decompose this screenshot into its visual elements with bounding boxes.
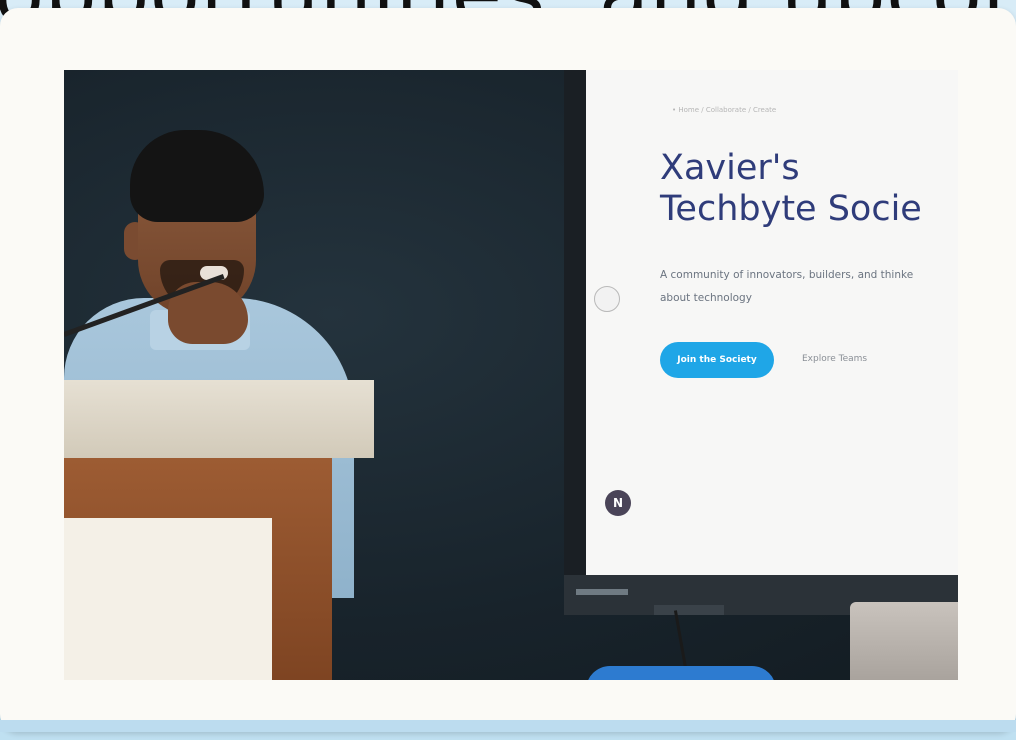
screen-breadcrumb: • Home / Collaborate / Create: [672, 106, 777, 114]
screen-description-line-1: A community of innovators, builders, and…: [660, 269, 914, 281]
photo-card: • Home / Collaborate / Create Xavier's T…: [0, 8, 1016, 732]
n-badge-icon: N: [605, 490, 631, 516]
podium-panel: [64, 518, 272, 680]
screen-title: Xavier's Techbyte Socie: [660, 148, 958, 231]
screen-description: A community of innovators, builders, and…: [660, 264, 958, 310]
speaker-hair: [130, 130, 264, 222]
screen-description-line-2: about technology: [660, 292, 752, 305]
monitor-ports: [654, 605, 724, 615]
explore-teams-link[interactable]: Explore Teams: [802, 354, 867, 364]
card-bottom-strip: [0, 720, 1016, 732]
screen-title-line-1: Xavier's: [660, 148, 800, 188]
join-society-button[interactable]: Join the Society: [660, 342, 774, 378]
event-photo: • Home / Collaborate / Create Xavier's T…: [64, 70, 958, 680]
display-monitor: • Home / Collaborate / Create Xavier's T…: [564, 70, 958, 615]
screen-title-line-2: Techbyte Socie: [660, 189, 922, 230]
blue-chair: [586, 666, 776, 680]
monitor-logo: [576, 589, 628, 595]
image-stage: opportunities, and upcom: [0, 0, 1016, 740]
podium-top: [64, 380, 374, 458]
circle-icon: [594, 286, 620, 312]
speaker-figure: [64, 70, 444, 680]
display-screen: • Home / Collaborate / Create Xavier's T…: [586, 70, 958, 575]
laptop: [850, 602, 958, 680]
